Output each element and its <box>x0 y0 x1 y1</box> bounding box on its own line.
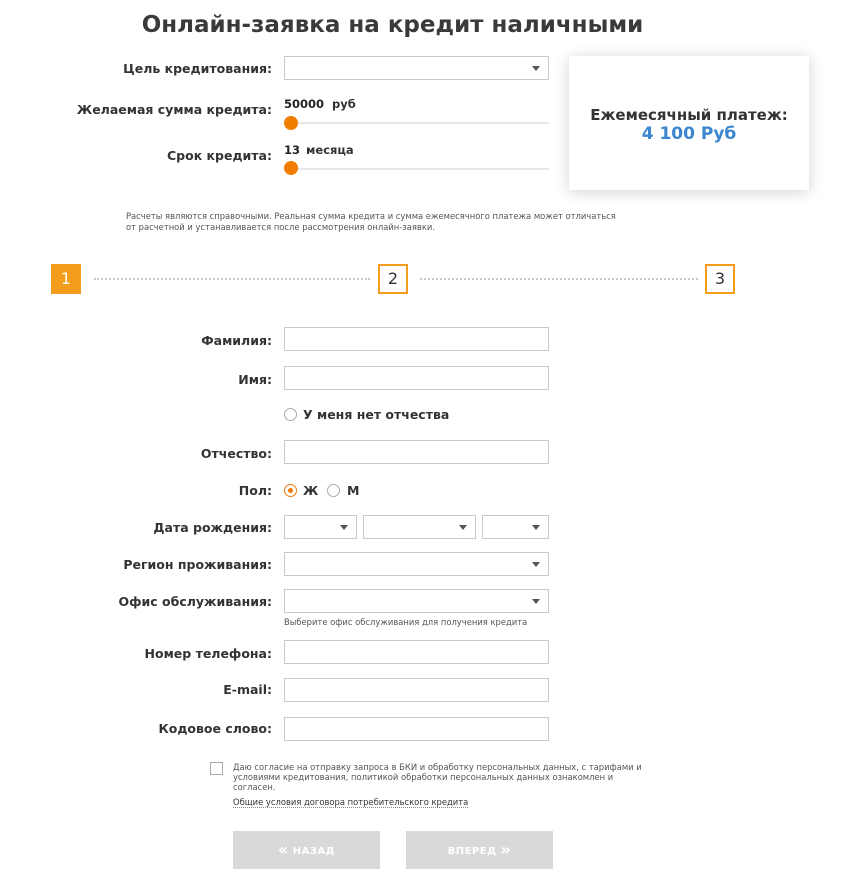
terms-link[interactable]: Общие условия договора потребительского … <box>233 797 469 808</box>
gender-male-label[interactable]: М <box>347 483 359 498</box>
chevron-down-icon <box>532 525 540 530</box>
calculation-note: Расчеты являются справочными. Реальная с… <box>126 211 616 232</box>
step-divider <box>420 278 698 280</box>
back-button-label: НАЗАД <box>292 846 336 857</box>
monthly-payment-value: 4 100 Руб <box>641 124 737 144</box>
email-input[interactable] <box>284 678 549 702</box>
chevron-down-icon <box>532 562 540 567</box>
amount-value[interactable]: 50000 <box>284 97 324 111</box>
term-label: Срок кредита: <box>167 148 272 163</box>
amount-label: Желаемая сумма кредита: <box>76 102 272 117</box>
region-label: Регион проживания: <box>123 557 272 572</box>
term-slider-track[interactable] <box>284 168 549 170</box>
email-label: E-mail: <box>223 682 272 697</box>
birth-day-select[interactable] <box>284 515 357 539</box>
term-value[interactable]: 13 <box>284 143 300 157</box>
step-3: 3 <box>705 264 735 294</box>
step-1: 1 <box>51 264 81 294</box>
gender-male-radio[interactable] <box>327 484 340 497</box>
chevron-down-icon <box>532 599 540 604</box>
birth-month-select[interactable] <box>363 515 476 539</box>
amount-slider-track[interactable] <box>284 122 549 124</box>
office-hint: Выберите офис обслуживания для получения… <box>284 617 528 627</box>
next-button-label: ВПЕРЕД <box>447 846 497 857</box>
gender-label: Пол: <box>238 483 272 498</box>
chevron-down-icon <box>532 66 540 71</box>
surname-label: Фамилия: <box>201 333 272 348</box>
chevron-down-icon <box>340 525 348 530</box>
term-slider-handle[interactable] <box>284 161 298 175</box>
office-label: Офис обслуживания: <box>118 594 272 609</box>
double-chevron-left-icon: « <box>277 840 289 859</box>
codeword-label: Кодовое слово: <box>158 721 272 736</box>
birth-year-select[interactable] <box>482 515 549 539</box>
monthly-payment-label: Ежемесячный платеж: <box>590 106 788 124</box>
phone-input[interactable] <box>284 640 549 664</box>
amount-slider-handle[interactable] <box>284 116 298 130</box>
no-patronymic-label[interactable]: У меня нет отчества <box>303 407 449 422</box>
amount-unit: руб <box>332 97 356 111</box>
region-select[interactable] <box>284 552 549 576</box>
consent-text: Даю согласие на отправку запроса в БКИ и… <box>233 762 642 792</box>
phone-label: Номер телефона: <box>144 646 272 661</box>
patronymic-input[interactable] <box>284 440 549 464</box>
step-2: 2 <box>378 264 408 294</box>
birthdate-label: Дата рождения: <box>153 520 272 535</box>
chevron-down-icon <box>459 525 467 530</box>
purpose-label: Цель кредитования: <box>123 61 272 76</box>
step-divider <box>94 278 370 280</box>
term-unit: месяца <box>306 143 354 157</box>
name-input[interactable] <box>284 366 549 390</box>
codeword-input[interactable] <box>284 717 549 741</box>
name-label: Имя: <box>238 372 272 387</box>
purpose-select[interactable] <box>284 56 549 80</box>
next-button[interactable]: ВПЕРЕД » <box>406 831 553 869</box>
no-patronymic-radio[interactable] <box>284 408 297 421</box>
patronymic-label: Отчество: <box>200 446 272 461</box>
gender-female-label[interactable]: Ж <box>303 483 318 498</box>
double-chevron-right-icon: » <box>500 840 512 859</box>
consent-checkbox[interactable] <box>210 762 223 775</box>
page-title: Онлайн-заявка на кредит наличными <box>141 12 644 38</box>
monthly-payment-card: Ежемесячный платеж: 4 100 Руб <box>569 56 809 190</box>
office-select[interactable] <box>284 589 549 613</box>
surname-input[interactable] <box>284 327 549 351</box>
gender-female-radio[interactable] <box>284 484 297 497</box>
back-button[interactable]: « НАЗАД <box>233 831 380 869</box>
